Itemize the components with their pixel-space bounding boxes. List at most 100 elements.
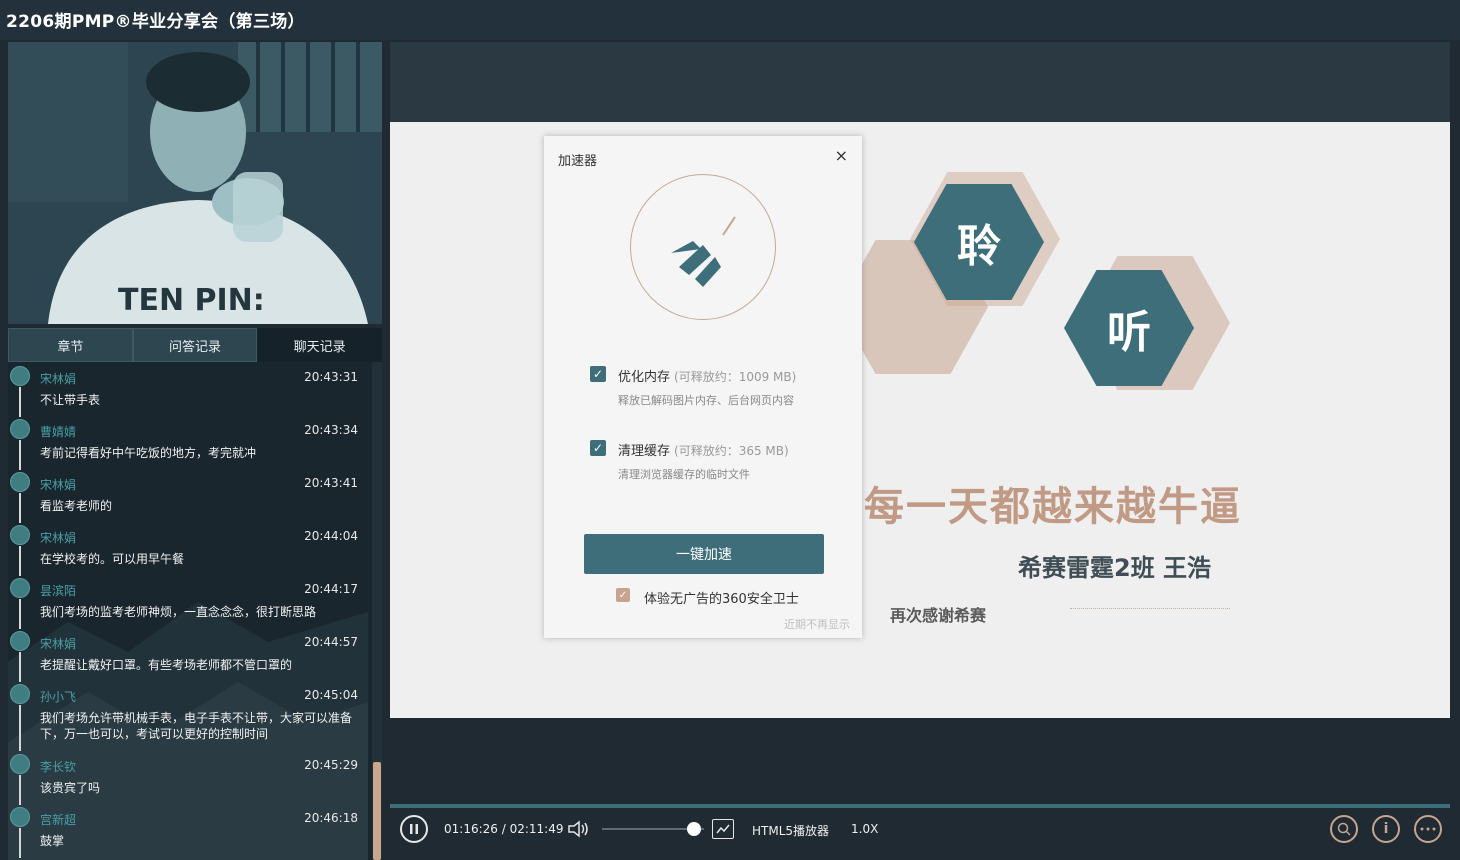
- option-description: 释放已解码图片内存、后台网页内容: [618, 394, 794, 407]
- chat-thread-line: [19, 546, 21, 576]
- webcam-video[interactable]: TEN PIN:: [8, 42, 382, 324]
- avatar-icon: [10, 366, 30, 386]
- chat-time: 20:43:31: [304, 370, 358, 384]
- chat-time: 20:46:18: [304, 811, 358, 825]
- player-engine-button[interactable]: HTML5播放器: [752, 822, 829, 839]
- chat-user-name: 曹婧婧: [40, 425, 77, 439]
- chat-message: 宋林娟 20:44:57 老提醒让戴好口罩。有些考场老师都不管口罩的: [8, 629, 368, 682]
- chat-thread-line: [19, 387, 21, 417]
- clear-cache-checkbox[interactable]: ✓: [590, 440, 606, 456]
- option-free-size: (可释放约：365 MB): [674, 444, 789, 458]
- chat-user-name: 宋林娟: [40, 637, 77, 651]
- accelerator-dialog: 加速器 × ✓ 优化内存 (可释放约：1009 MB) 释放已解码图片内存、后台网…: [544, 136, 862, 638]
- promo-row: ✓ 体验无广告的360安全卫士: [616, 588, 836, 607]
- promo-text: 体验无广告的360安全卫士: [644, 592, 799, 607]
- chat-text: 该贵宾了吗: [40, 781, 101, 795]
- sidebar-tabs: 章节 问答记录 聊天记录: [8, 328, 383, 362]
- chat-user-name: 宋林娟: [40, 478, 77, 492]
- avatar-icon: [10, 684, 30, 704]
- option-free-size: (可释放约：1009 MB): [674, 370, 797, 384]
- tab-qa-records[interactable]: 问答记录: [132, 328, 258, 362]
- option-optimize-memory: ✓ 优化内存 (可释放约：1009 MB) 释放已解码图片内存、后台网页内容: [590, 366, 850, 407]
- title-bar: 2206期PMP®毕业分享会（第三场）: [0, 0, 1460, 40]
- playback-speed-button[interactable]: 1.0X: [851, 822, 878, 836]
- chat-time: 20:43:41: [304, 476, 358, 490]
- playback-time: 01:16:26 / 02:11:49: [444, 822, 564, 836]
- chat-text: 我们考场允许带机械手表，电子手表不让带，大家可以准备下，万一也可以，考试可以更好…: [40, 711, 353, 741]
- avatar-icon: [10, 472, 30, 492]
- chat-message: 宋林娟 20:43:41 看监考老师的: [8, 470, 368, 523]
- more-options-icon[interactable]: [1414, 815, 1442, 843]
- chat-text: 看监考老师的: [40, 499, 113, 513]
- player-controls: 01:16:26 / 02:11:49 HTML5播放器 1.0X i: [390, 808, 1460, 860]
- chat-time: 20:43:34: [304, 423, 358, 437]
- promo-checkbox[interactable]: ✓: [616, 588, 630, 602]
- volume-icon[interactable]: [566, 818, 592, 840]
- chat-text: 在学校考的。可以用早午餐: [40, 552, 185, 566]
- chat-scrollbar[interactable]: [372, 362, 382, 860]
- tab-chapters[interactable]: 章节: [8, 328, 133, 362]
- avatar-icon: [10, 807, 30, 827]
- chat-text: 不让带手表: [40, 393, 101, 407]
- chat-thread-line: [19, 828, 21, 858]
- chat-message: 宫新超 20:46:18 鼓掌: [8, 805, 368, 858]
- slide-slogan: 每一天都越来越牛逼: [864, 484, 1242, 530]
- app-title: 2206期PMP®毕业分享会（第三场）: [6, 12, 305, 32]
- dialog-title: 加速器: [558, 154, 598, 169]
- chat-message: 宋林娟 20:44:04 在学校考的。可以用早午餐: [8, 523, 368, 576]
- rocket-circle: [630, 174, 776, 320]
- option-clear-cache: ✓ 清理缓存 (可释放约：365 MB) 清理浏览器缓存的临时文件: [590, 440, 850, 481]
- chat-text: 老提醒让戴好口罩。有些考场老师都不管口罩的: [40, 658, 293, 672]
- chat-message: 孙小飞 20:45:04 我们考场允许带机械手表，电子手表不让带，大家可以准备下…: [8, 682, 368, 751]
- chat-time: 20:44:17: [304, 582, 358, 596]
- slide-thanks: 再次感谢希赛: [890, 606, 987, 625]
- info-icon[interactable]: i: [1372, 815, 1400, 843]
- avatar-icon: [10, 525, 30, 545]
- chat-time: 20:45:04: [304, 688, 358, 702]
- chat-time: 20:44:04: [304, 529, 358, 543]
- chat-message: 昙滨陌 20:44:17 我们考场的监考老师神烦，一直念念念，很打断思路: [8, 576, 368, 629]
- avatar-icon: [10, 631, 30, 651]
- chat-time: 20:45:29: [304, 758, 358, 772]
- option-description: 清理浏览器缓存的临时文件: [618, 468, 750, 481]
- chat-time: 20:44:57: [304, 635, 358, 649]
- svg-text:TEN PIN:: TEN PIN:: [118, 283, 265, 318]
- option-title: 优化内存: [618, 370, 671, 385]
- picture-in-picture-icon[interactable]: [712, 819, 734, 839]
- qa-icon[interactable]: [1330, 815, 1358, 843]
- chat-user-name: 宋林娟: [40, 372, 77, 386]
- chat-message: 曹婧婧 20:43:34 考前记得看好中午吃饭的地方，考完就冲: [8, 417, 368, 470]
- option-title: 清理缓存: [618, 444, 671, 459]
- chat-list[interactable]: 宋林娟 20:43:31 不让带手表 曹婧婧 20:43:34 考前记得看好中午…: [8, 362, 382, 860]
- tab-chat-records[interactable]: 聊天记录: [257, 328, 383, 362]
- chat-user-name: 昙滨陌: [40, 584, 77, 598]
- volume-slider-handle[interactable]: [686, 822, 701, 836]
- chat-thread-line: [19, 493, 21, 523]
- pause-icon[interactable]: [400, 815, 428, 843]
- chat-user-name: 宋林娟: [40, 531, 77, 545]
- chat-user-name: 宫新超: [40, 813, 77, 827]
- chat-user-name: 孙小飞: [40, 690, 77, 704]
- close-icon[interactable]: ×: [835, 146, 848, 165]
- chat-message: 李长钦 20:45:29 该贵宾了吗: [8, 752, 368, 805]
- chat-thread-line: [19, 652, 21, 682]
- chat-text: 我们考场的监考老师神烦，一直念念念，很打断思路: [40, 605, 317, 619]
- chat-text: 鼓掌: [40, 834, 65, 848]
- chat-thread-line: [19, 440, 21, 470]
- chat-thread-line: [19, 705, 21, 751]
- no-remind-link[interactable]: 近期不再显示: [784, 616, 850, 632]
- chat-thread-line: [19, 599, 21, 629]
- stage-header-area: [390, 42, 1450, 122]
- slide-author: 希赛雷霆2班 王浩: [1018, 554, 1212, 582]
- chat-scrollbar-thumb[interactable]: [373, 762, 381, 860]
- option-label: 清理缓存 (可释放约：365 MB): [618, 440, 789, 459]
- avatar-icon: [10, 754, 30, 774]
- chat-message: 宋林娟 20:43:31 不让带手表: [8, 364, 368, 417]
- one-click-boost-button[interactable]: 一键加速: [584, 534, 824, 574]
- chat-user-name: 李长钦: [40, 760, 77, 774]
- optimize-memory-checkbox[interactable]: ✓: [590, 366, 606, 382]
- rocket-icon: [671, 216, 736, 287]
- option-label: 优化内存 (可释放约：1009 MB): [618, 366, 796, 385]
- slide-divider: [1070, 608, 1230, 610]
- avatar-icon: [10, 578, 30, 598]
